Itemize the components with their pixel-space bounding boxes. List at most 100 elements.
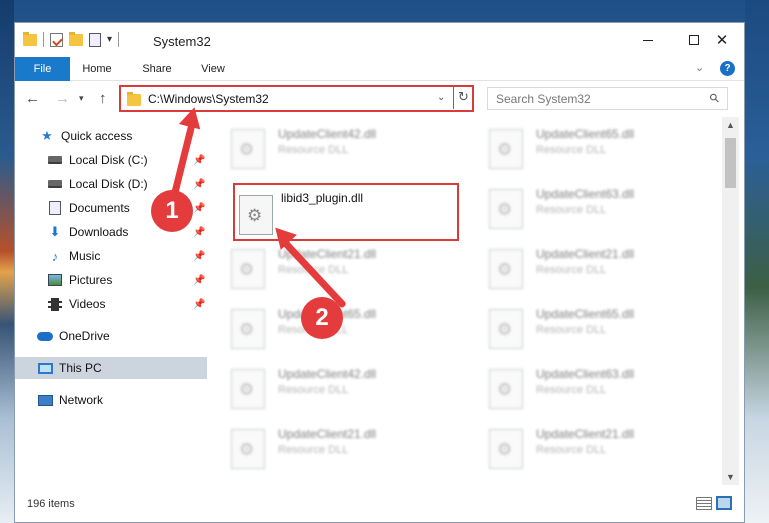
file-item[interactable]: UpdateClient21.dll Resource DLL (481, 419, 721, 477)
file-description: Resource DLL (536, 144, 607, 156)
tab-view[interactable]: View (190, 57, 236, 81)
highlighted-file-item[interactable]: libid3_plugin.dll (233, 183, 459, 241)
callout-badge-one: 1 (151, 190, 193, 232)
scrollbar-thumb[interactable] (725, 138, 736, 188)
dll-file-icon (489, 429, 523, 469)
dll-file-icon (231, 429, 265, 469)
tab-file[interactable]: File (15, 57, 70, 81)
pin-icon: 📌 (193, 202, 206, 214)
sidebar-item-label: Downloads (69, 225, 129, 239)
customize-toolbar-chevron-icon[interactable]: ▾ (107, 34, 112, 45)
dll-file-icon (489, 249, 523, 289)
sidebar-item-videos[interactable]: Videos 📌 (15, 293, 207, 315)
pictures-icon (47, 272, 63, 288)
vertical-scrollbar[interactable]: ▲ ▼ (722, 117, 739, 485)
file-name: UpdateClient63.dll (536, 367, 635, 381)
minimize-button[interactable] (625, 23, 671, 57)
address-divider (453, 87, 454, 109)
sidebar-item-label: Documents (69, 201, 130, 215)
sidebar-item-music[interactable]: ♪ Music 📌 (15, 245, 207, 267)
file-item[interactable]: UpdateClient63.dll Resource DLL (481, 359, 721, 417)
dll-file-icon (489, 189, 523, 229)
file-item[interactable]: UpdateClient65.dll Resource DLL (223, 299, 463, 357)
file-description: Resource DLL (278, 384, 349, 396)
file-item[interactable]: UpdateClient63.dll Resource DLL (481, 179, 721, 237)
music-note-icon: ♪ (51, 248, 59, 264)
sidebar-item-this-pc[interactable]: This PC (15, 357, 207, 379)
documents-icon (47, 200, 63, 216)
sidebar-item-label: Local Disk (D:) (69, 177, 148, 191)
file-name: UpdateClient21.dll (278, 427, 377, 441)
minimize-icon (643, 39, 653, 41)
address-bar[interactable]: C:\Windows\System32 ⌄ ↻ (119, 85, 474, 112)
callout-badge-two: 2 (301, 297, 343, 339)
file-name: UpdateClient21.dll (536, 427, 635, 441)
cloud-icon (37, 328, 53, 344)
quick-access-toolbar: ▾ (23, 31, 120, 47)
file-item[interactable]: UpdateClient42.dll Resource DLL (223, 119, 463, 177)
search-input[interactable]: Search System32 ⚲ (487, 87, 728, 110)
address-path: C:\Windows\System32 (148, 92, 269, 106)
drive-icon (47, 152, 63, 168)
drive-icon (47, 176, 63, 192)
file-description: Resource DLL (536, 264, 607, 276)
pin-icon: 📌 (193, 226, 206, 238)
dll-file-icon (489, 369, 523, 409)
file-name: UpdateClient65.dll (536, 307, 635, 321)
file-description: Resource DLL (536, 384, 607, 396)
file-name: UpdateClient42.dll (278, 127, 377, 141)
tab-home[interactable]: Home (73, 57, 121, 81)
back-arrow-icon[interactable]: ← (25, 90, 40, 107)
pin-icon: 📌 (193, 250, 206, 262)
large-icons-view-icon[interactable] (716, 496, 732, 510)
expand-ribbon-chevron-icon[interactable]: ⌄ (695, 61, 704, 74)
sidebar-item-label: Videos (69, 297, 106, 311)
scroll-down-icon[interactable]: ▼ (726, 472, 735, 482)
help-icon[interactable]: ? (720, 61, 735, 76)
status-bar: 196 items (15, 485, 744, 522)
item-count: 196 items (27, 498, 75, 510)
sidebar-item-quick-access[interactable]: ★ Quick access (15, 125, 207, 147)
sidebar-item-pictures[interactable]: Pictures 📌 (15, 269, 207, 291)
download-arrow-icon: ⬇ (49, 224, 61, 239)
properties-icon[interactable] (50, 32, 63, 47)
sidebar-item-label: Quick access (61, 129, 133, 143)
tab-share[interactable]: Share (133, 57, 181, 81)
dll-file-icon (231, 309, 265, 349)
address-history-chevron-icon[interactable]: ⌄ (437, 92, 445, 103)
window-title: System32 (153, 34, 211, 49)
sidebar-item-label: This PC (59, 361, 102, 375)
file-item[interactable]: UpdateClient21.dll Resource DLL (481, 239, 721, 297)
close-button[interactable]: ✕ (699, 23, 744, 57)
dll-file-icon (239, 195, 273, 235)
sidebar-item-label: Local Disk (C:) (69, 153, 148, 167)
file-item[interactable]: UpdateClient65.dll Resource DLL (481, 119, 721, 177)
sidebar-item-network[interactable]: Network (15, 389, 207, 411)
scroll-up-icon[interactable]: ▲ (726, 120, 735, 130)
star-icon: ★ (41, 128, 53, 143)
new-folder-icon[interactable] (69, 31, 83, 46)
file-item[interactable]: UpdateClient21.dll Resource DLL (223, 419, 463, 477)
file-name: UpdateClient63.dll (536, 187, 635, 201)
sidebar-item-onedrive[interactable]: OneDrive (15, 325, 207, 347)
up-arrow-icon[interactable]: ↑ (99, 90, 107, 107)
file-name: libid3_plugin.dll (281, 191, 364, 205)
file-name: UpdateClient21.dll (536, 247, 635, 261)
dll-file-icon (231, 249, 265, 289)
file-list: UpdateClient42.dll Resource DLL libid3_p… (223, 117, 721, 485)
rename-icon[interactable] (89, 32, 101, 47)
search-icon: ⚲ (706, 89, 723, 107)
file-item[interactable]: UpdateClient21.dll Resource DLL (223, 239, 463, 297)
search-placeholder: Search System32 (496, 92, 591, 106)
file-item[interactable]: UpdateClient42.dll Resource DLL (223, 359, 463, 417)
file-description: Resource DLL (536, 324, 607, 336)
network-icon (37, 392, 53, 408)
recent-locations-chevron-icon[interactable]: ▾ (79, 93, 84, 104)
dll-file-icon (489, 129, 523, 169)
refresh-icon[interactable]: ↻ (458, 89, 469, 105)
file-item[interactable]: UpdateClient65.dll Resource DLL (481, 299, 721, 357)
forward-arrow-icon[interactable]: → (55, 90, 70, 107)
desktop-background-right (745, 0, 769, 523)
details-view-icon[interactable] (696, 497, 712, 510)
file-description: Resource DLL (278, 444, 349, 456)
